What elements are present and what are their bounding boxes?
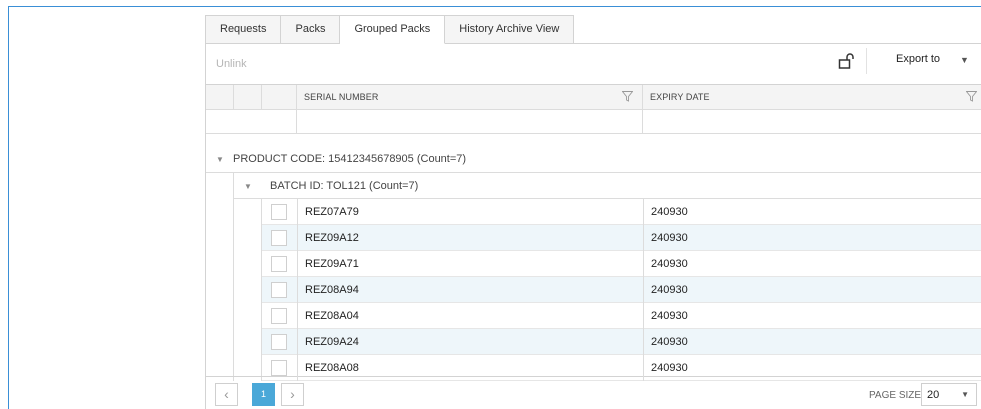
expiry-date-cell: 240930	[651, 206, 688, 218]
expiry-filter-input[interactable]	[644, 112, 974, 131]
table-row[interactable]: REZ07A79 240930	[262, 199, 981, 225]
group-row-batch-id[interactable]: ▼ BATCH ID: TOL121 (Count=7)	[234, 173, 981, 199]
product-code-group-label: PRODUCT CODE: 15412345678905 (Count=7)	[233, 153, 467, 165]
toolbar-separator	[866, 48, 867, 74]
column-divider	[296, 85, 297, 109]
serial-filter-input[interactable]	[298, 112, 638, 131]
filter-icon[interactable]	[966, 91, 977, 102]
unlink-button[interactable]: Unlink	[216, 58, 247, 70]
table-row[interactable]: REZ09A12 240930	[262, 225, 981, 251]
filter-icon[interactable]	[622, 91, 633, 102]
serial-number-cell: REZ09A24	[305, 336, 359, 348]
row-container: REZ07A79 240930 REZ09A12 240930 REZ09A71…	[261, 199, 981, 381]
group-row-product-code[interactable]: ▼ PRODUCT CODE: 15412345678905 (Count=7)	[206, 146, 981, 173]
serial-number-cell: REZ09A71	[305, 258, 359, 270]
grid-spacer	[206, 134, 981, 146]
grid-header: SERIAL NUMBER EXPIRY DATE	[206, 85, 981, 110]
serial-number-cell: REZ08A08	[305, 362, 359, 374]
table-row[interactable]: REZ08A94 240930	[262, 277, 981, 303]
grouped-packs-panel: Requests Packs Grouped Packs History Arc…	[205, 15, 981, 409]
row-checkbox[interactable]	[271, 308, 287, 324]
serial-number-cell: REZ08A94	[305, 284, 359, 296]
tab-packs[interactable]: Packs	[281, 15, 341, 44]
serial-number-cell: REZ07A79	[305, 206, 359, 218]
row-checkbox[interactable]	[271, 230, 287, 246]
frame-left-border	[8, 6, 9, 409]
row-checkbox[interactable]	[271, 256, 287, 272]
chevron-down-icon[interactable]: ▼	[960, 55, 969, 65]
column-divider	[261, 85, 262, 109]
batch-group-container: ▼ BATCH ID: TOL121 (Count=7) REZ07A79 24…	[233, 173, 981, 381]
page-size-select[interactable]: 20 ▼	[921, 383, 977, 406]
serial-number-cell: REZ09A12	[305, 232, 359, 244]
header-serial-number[interactable]: SERIAL NUMBER	[304, 92, 378, 102]
tab-requests[interactable]: Requests	[205, 15, 282, 44]
batch-id-group-label: BATCH ID: TOL121 (Count=7)	[270, 180, 419, 192]
expiry-date-cell: 240930	[651, 362, 688, 374]
page-size-label: PAGE SIZE	[869, 390, 922, 401]
expiry-date-cell: 240930	[651, 232, 688, 244]
tab-grouped-packs[interactable]: Grouped Packs	[340, 15, 446, 44]
chevron-down-icon: ▼	[961, 390, 969, 399]
column-divider	[296, 110, 297, 133]
table-row[interactable]: REZ09A24 240930	[262, 329, 981, 355]
toolbar: Unlink Export to ▼	[205, 44, 981, 84]
row-checkbox[interactable]	[271, 334, 287, 350]
table-row[interactable]: REZ08A04 240930	[262, 303, 981, 329]
table-row[interactable]: REZ09A71 240930	[262, 251, 981, 277]
row-checkbox[interactable]	[271, 360, 287, 376]
serial-number-cell: REZ08A04	[305, 310, 359, 322]
frame-top-border	[8, 6, 981, 7]
unlock-icon[interactable]	[838, 52, 856, 70]
column-divider	[642, 85, 643, 109]
filter-row	[206, 110, 981, 134]
expiry-date-cell: 240930	[651, 310, 688, 322]
expiry-date-cell: 240930	[651, 336, 688, 348]
caret-down-icon[interactable]: ▼	[216, 155, 224, 164]
data-grid: SERIAL NUMBER EXPIRY DATE ▼ PRODUCT CODE…	[205, 84, 981, 381]
row-checkbox[interactable]	[271, 282, 287, 298]
page-size-value: 20	[927, 389, 940, 401]
column-divider	[642, 110, 643, 133]
row-checkbox[interactable]	[271, 204, 287, 220]
tab-history-archive-view[interactable]: History Archive View	[445, 15, 575, 44]
tab-bar: Requests Packs Grouped Packs History Arc…	[205, 15, 575, 44]
pager: ‹ 1 › PAGE SIZE 20 ▼	[205, 376, 981, 409]
export-to-button[interactable]: Export to	[896, 53, 940, 65]
header-expiry-date[interactable]: EXPIRY DATE	[650, 92, 710, 102]
column-divider	[233, 85, 234, 109]
expiry-date-cell: 240930	[651, 284, 688, 296]
expiry-date-cell: 240930	[651, 258, 688, 270]
column-divider	[297, 199, 298, 381]
column-divider	[643, 199, 644, 381]
page-1-button[interactable]: 1	[252, 383, 275, 406]
caret-down-icon[interactable]: ▼	[244, 182, 252, 191]
previous-page-button[interactable]: ‹	[215, 383, 238, 406]
next-page-button[interactable]: ›	[281, 383, 304, 406]
